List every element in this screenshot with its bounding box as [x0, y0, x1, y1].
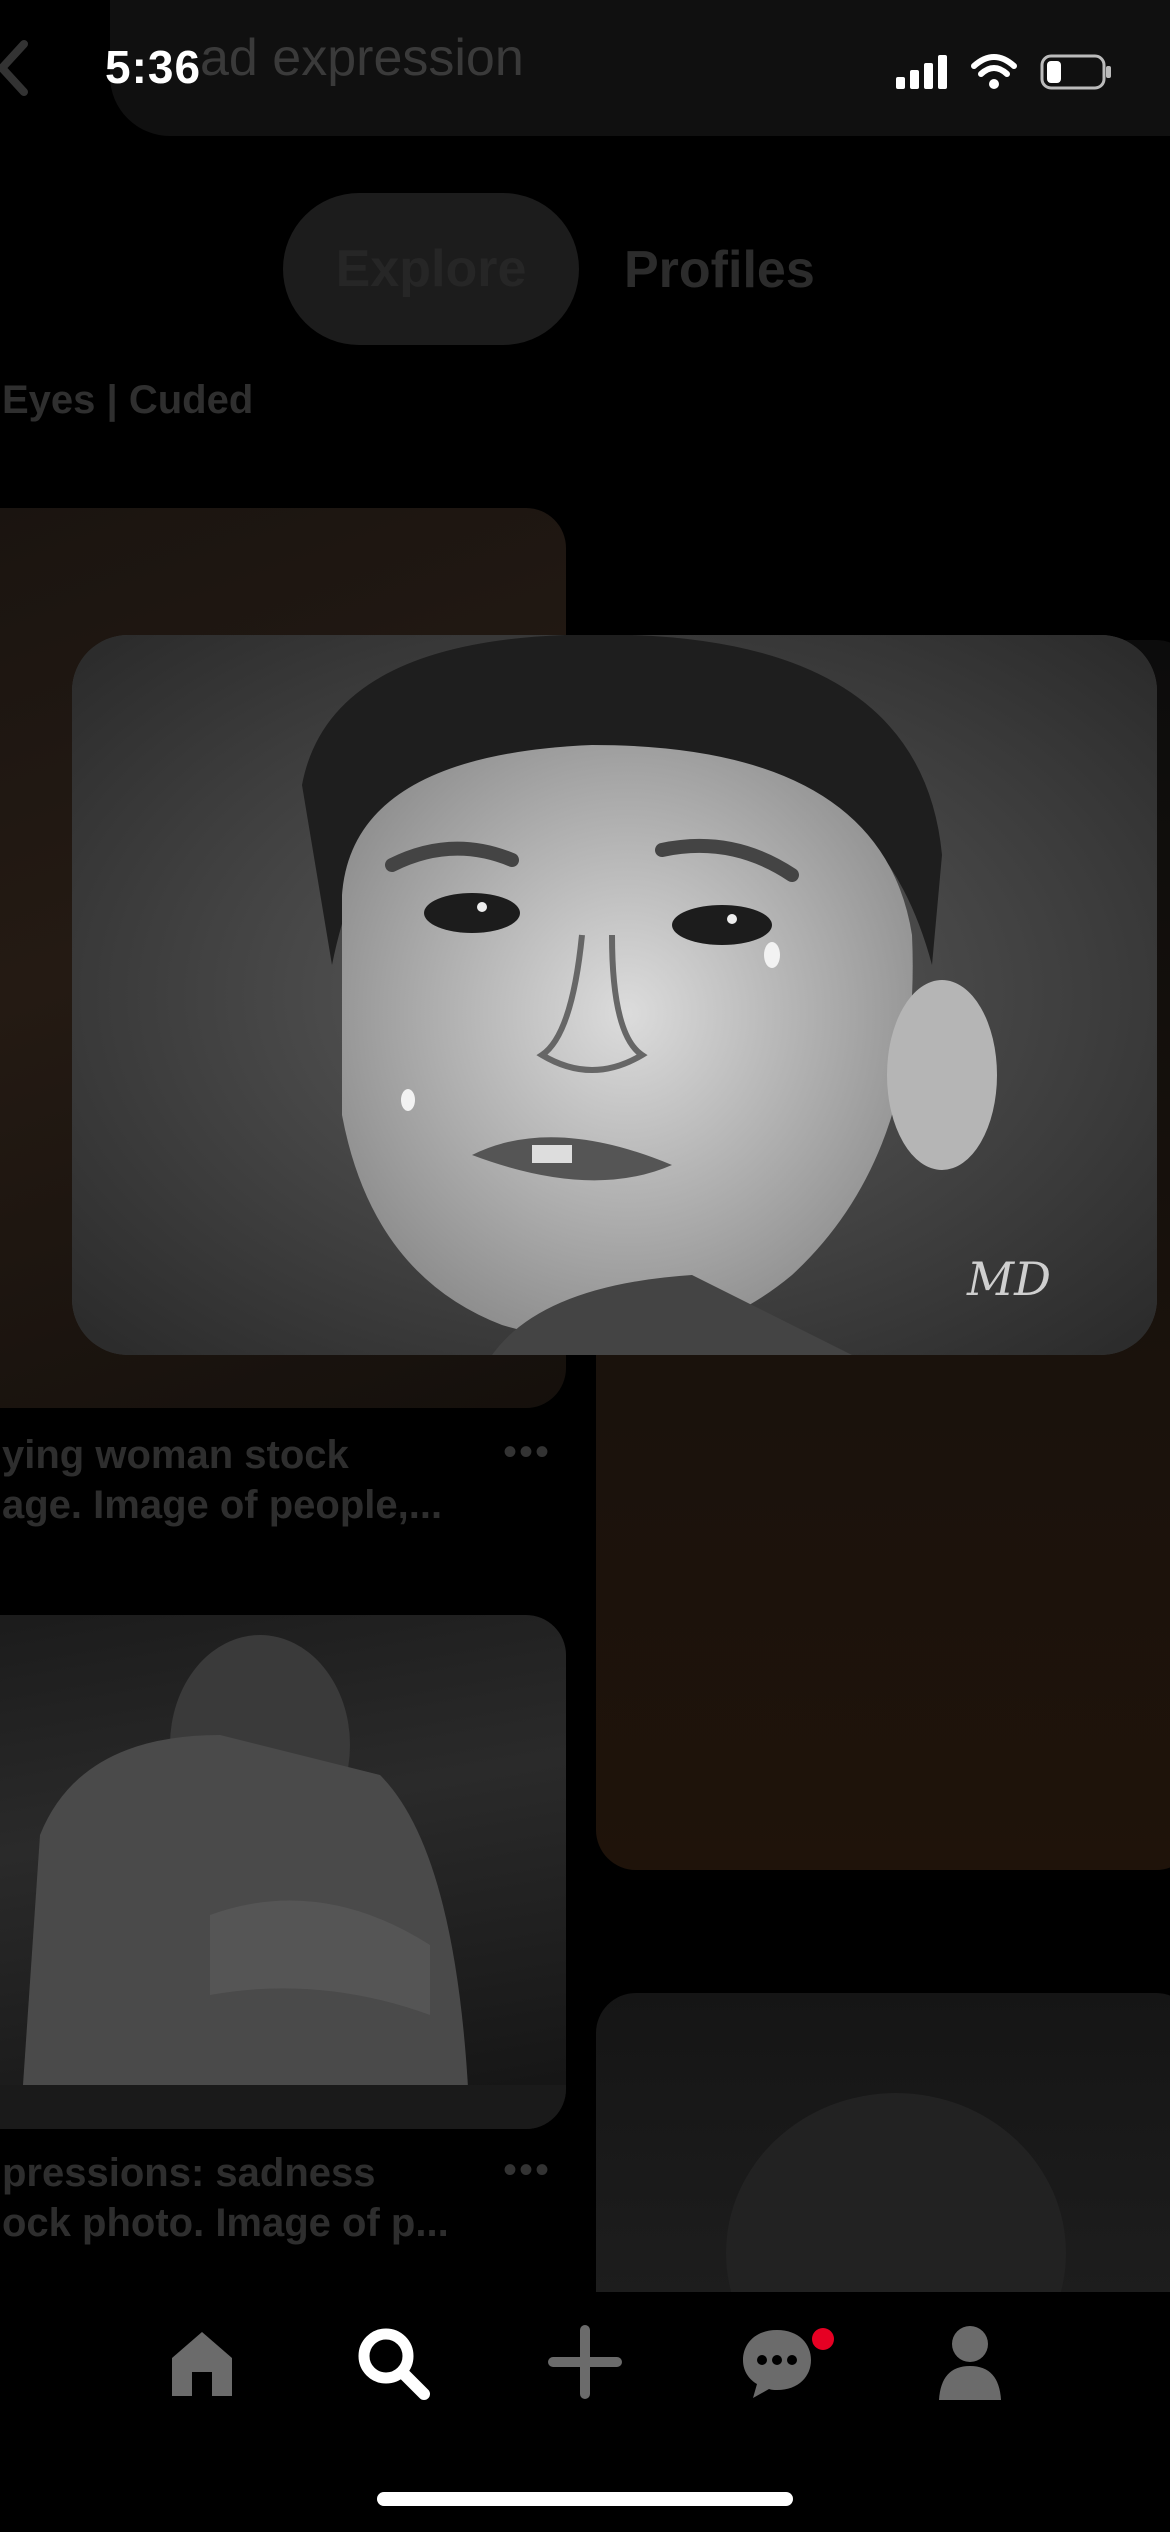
pin-caption: Eyes | Cuded	[2, 378, 254, 422]
pin-title-line: pressions: sadness	[2, 2151, 376, 2195]
home-icon[interactable]	[162, 2322, 242, 2402]
search-icon[interactable]	[352, 2322, 432, 2402]
pin-image[interactable]	[0, 1615, 566, 2129]
messages-icon[interactable]	[737, 2322, 817, 2402]
status-time: 5:36	[105, 41, 202, 93]
pin-title[interactable]: ying woman stock age. Image of people,..…	[2, 1430, 442, 1530]
back-arrow-icon[interactable]	[0, 38, 34, 103]
tab-profiles[interactable]: Profiles	[624, 240, 815, 300]
pin-title[interactable]: pressions: sadness ock photo. Image of p…	[2, 2148, 449, 2248]
pin-title-line: ock photo. Image of p...	[2, 2201, 449, 2245]
create-plus-icon[interactable]	[545, 2322, 625, 2402]
home-indicator[interactable]	[377, 2492, 793, 2506]
wifi-icon	[971, 54, 1017, 89]
more-options-icon[interactable]: •••	[503, 2148, 551, 2193]
notification-dot	[812, 2328, 834, 2350]
pin-title-line: ying woman stock	[2, 1433, 349, 1477]
battery-icon	[1040, 54, 1111, 90]
profile-icon[interactable]	[930, 2322, 1010, 2402]
pin-image[interactable]	[596, 1993, 1170, 2413]
pin-title-line: age. Image of people,...	[2, 1483, 443, 1527]
more-options-icon[interactable]: •••	[503, 1430, 551, 1475]
status-icons	[896, 54, 1112, 90]
focused-pin-image[interactable]: MD	[72, 635, 1157, 1355]
tab-explore[interactable]: Explore	[283, 193, 579, 345]
cellular-signal-icon	[896, 55, 947, 89]
svg-text:MD: MD	[966, 1252, 1051, 1306]
search-input[interactable]: ad expression	[200, 28, 524, 88]
